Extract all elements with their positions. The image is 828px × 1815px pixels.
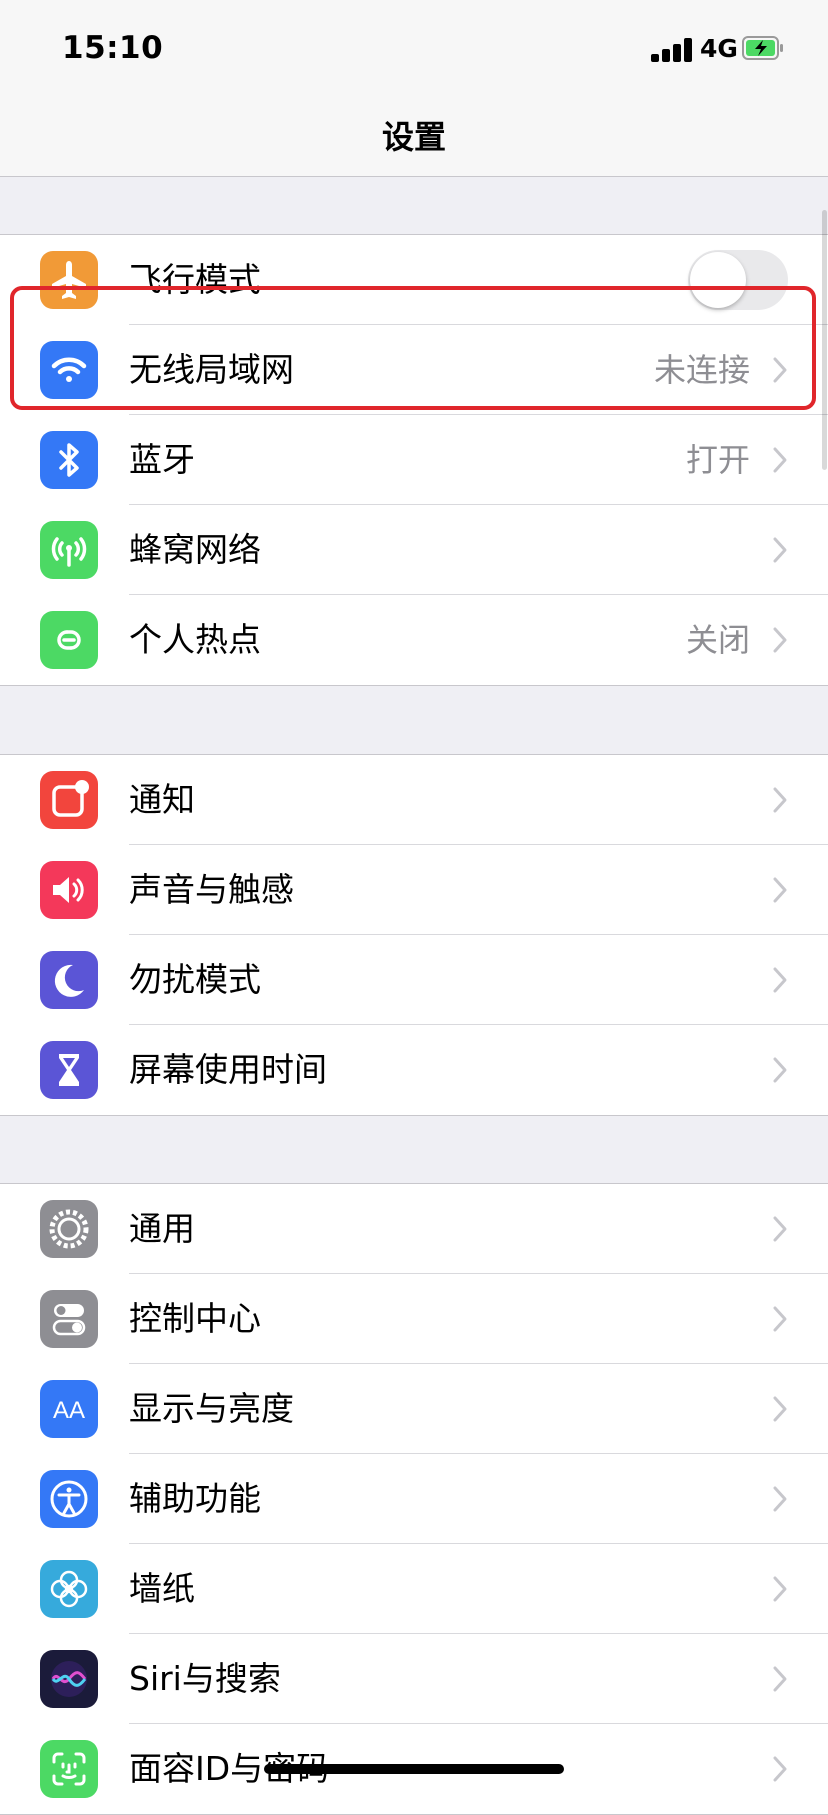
siri-icon: [40, 1650, 98, 1708]
row-label: 个人热点: [129, 620, 261, 659]
row-value: 打开: [685, 441, 750, 479]
chevron-right-icon: [773, 1576, 787, 1602]
row-label: Siri与搜索: [129, 1659, 281, 1698]
face-id-icon: [40, 1740, 98, 1798]
airplane-icon: [40, 251, 98, 309]
row-label: 显示与亮度: [129, 1389, 294, 1428]
hotspot-icon: [40, 611, 98, 669]
row-label: 飞行模式: [129, 260, 261, 299]
row-label: 墙纸: [129, 1569, 195, 1608]
chevron-right-icon: [773, 1057, 787, 1083]
airplane-mode-row[interactable]: 飞行模式: [0, 235, 828, 325]
chevron-right-icon: [773, 1306, 787, 1332]
chevron-right-icon: [773, 1216, 787, 1242]
row-label: 蜂窝网络: [129, 530, 261, 569]
chevron-right-icon: [773, 357, 787, 383]
gear-icon: [40, 1200, 98, 1258]
airplane-mode-toggle[interactable]: [688, 250, 788, 310]
sound-icon: [40, 861, 98, 919]
wifi-icon: [40, 341, 98, 399]
status-bar: 15:10 4G: [0, 0, 828, 100]
wallpaper-icon: [40, 1560, 98, 1618]
chevron-right-icon: [773, 1666, 787, 1692]
settings-group-general: 通用 控制中心 AA 显示与亮度 辅助功能 墙纸 Siri与搜索 面容ID与密码: [0, 1183, 828, 1815]
personal-hotspot-row[interactable]: 个人热点 关闭: [0, 595, 828, 685]
settings-group-notifications: 通知 声音与触感 勿扰模式 屏幕使用时间: [0, 754, 828, 1116]
chevron-right-icon: [773, 447, 787, 473]
chevron-right-icon: [773, 1396, 787, 1422]
notifications-row[interactable]: 通知: [0, 755, 828, 845]
scroll-indicator: [822, 210, 827, 470]
row-label: 通用: [129, 1209, 195, 1248]
status-time: 15:10: [62, 30, 164, 66]
chevron-right-icon: [773, 1756, 787, 1782]
navigation-bar: 设置: [0, 100, 828, 177]
chevron-right-icon: [773, 877, 787, 903]
wallpaper-row[interactable]: 墙纸: [0, 1544, 828, 1634]
cellular-row[interactable]: 蜂窝网络: [0, 505, 828, 595]
moon-icon: [40, 951, 98, 1009]
do-not-disturb-row[interactable]: 勿扰模式: [0, 935, 828, 1025]
battery-charging-icon: [742, 36, 783, 60]
toggle-knob: [690, 252, 746, 308]
display-brightness-row[interactable]: AA 显示与亮度: [0, 1364, 828, 1454]
screen-time-row[interactable]: 屏幕使用时间: [0, 1025, 828, 1115]
cellular-icon: [40, 521, 98, 579]
control-center-icon: [40, 1290, 98, 1348]
chevron-right-icon: [773, 537, 787, 563]
accessibility-icon: [40, 1470, 98, 1528]
accessibility-row[interactable]: 辅助功能: [0, 1454, 828, 1544]
siri-search-row[interactable]: Siri与搜索: [0, 1634, 828, 1724]
chevron-right-icon: [773, 1486, 787, 1512]
control-center-row[interactable]: 控制中心: [0, 1274, 828, 1364]
hourglass-icon: [40, 1041, 98, 1099]
sounds-haptics-row[interactable]: 声音与触感: [0, 845, 828, 935]
row-label: 控制中心: [129, 1299, 261, 1338]
row-label: 勿扰模式: [129, 960, 261, 999]
chevron-right-icon: [773, 787, 787, 813]
home-indicator[interactable]: [264, 1764, 564, 1774]
wifi-row[interactable]: 无线局域网 未连接: [0, 325, 828, 415]
signal-strength-icon: [651, 38, 695, 62]
bluetooth-row[interactable]: 蓝牙 打开: [0, 415, 828, 505]
row-label: 屏幕使用时间: [129, 1050, 327, 1089]
row-label: 蓝牙: [129, 440, 195, 479]
row-value: 关闭: [685, 621, 750, 659]
row-label: 通知: [129, 780, 195, 819]
general-row[interactable]: 通用: [0, 1184, 828, 1274]
notifications-icon: [40, 771, 98, 829]
chevron-right-icon: [773, 627, 787, 653]
row-label: 声音与触感: [129, 870, 294, 909]
settings-group-connectivity: 飞行模式 无线局域网 未连接 蓝牙 打开 蜂窝网络 个人热点 关闭: [0, 234, 828, 686]
row-label: 无线局域网: [129, 350, 294, 389]
chevron-right-icon: [773, 967, 787, 993]
network-type: 4G: [700, 34, 738, 63]
page-title: 设置: [381, 118, 446, 156]
row-value: 未连接: [653, 351, 750, 389]
display-brightness-glyph: AA: [53, 1397, 85, 1424]
bluetooth-icon: [40, 431, 98, 489]
row-label: 辅助功能: [129, 1479, 261, 1518]
display-brightness-icon: AA: [40, 1380, 98, 1438]
